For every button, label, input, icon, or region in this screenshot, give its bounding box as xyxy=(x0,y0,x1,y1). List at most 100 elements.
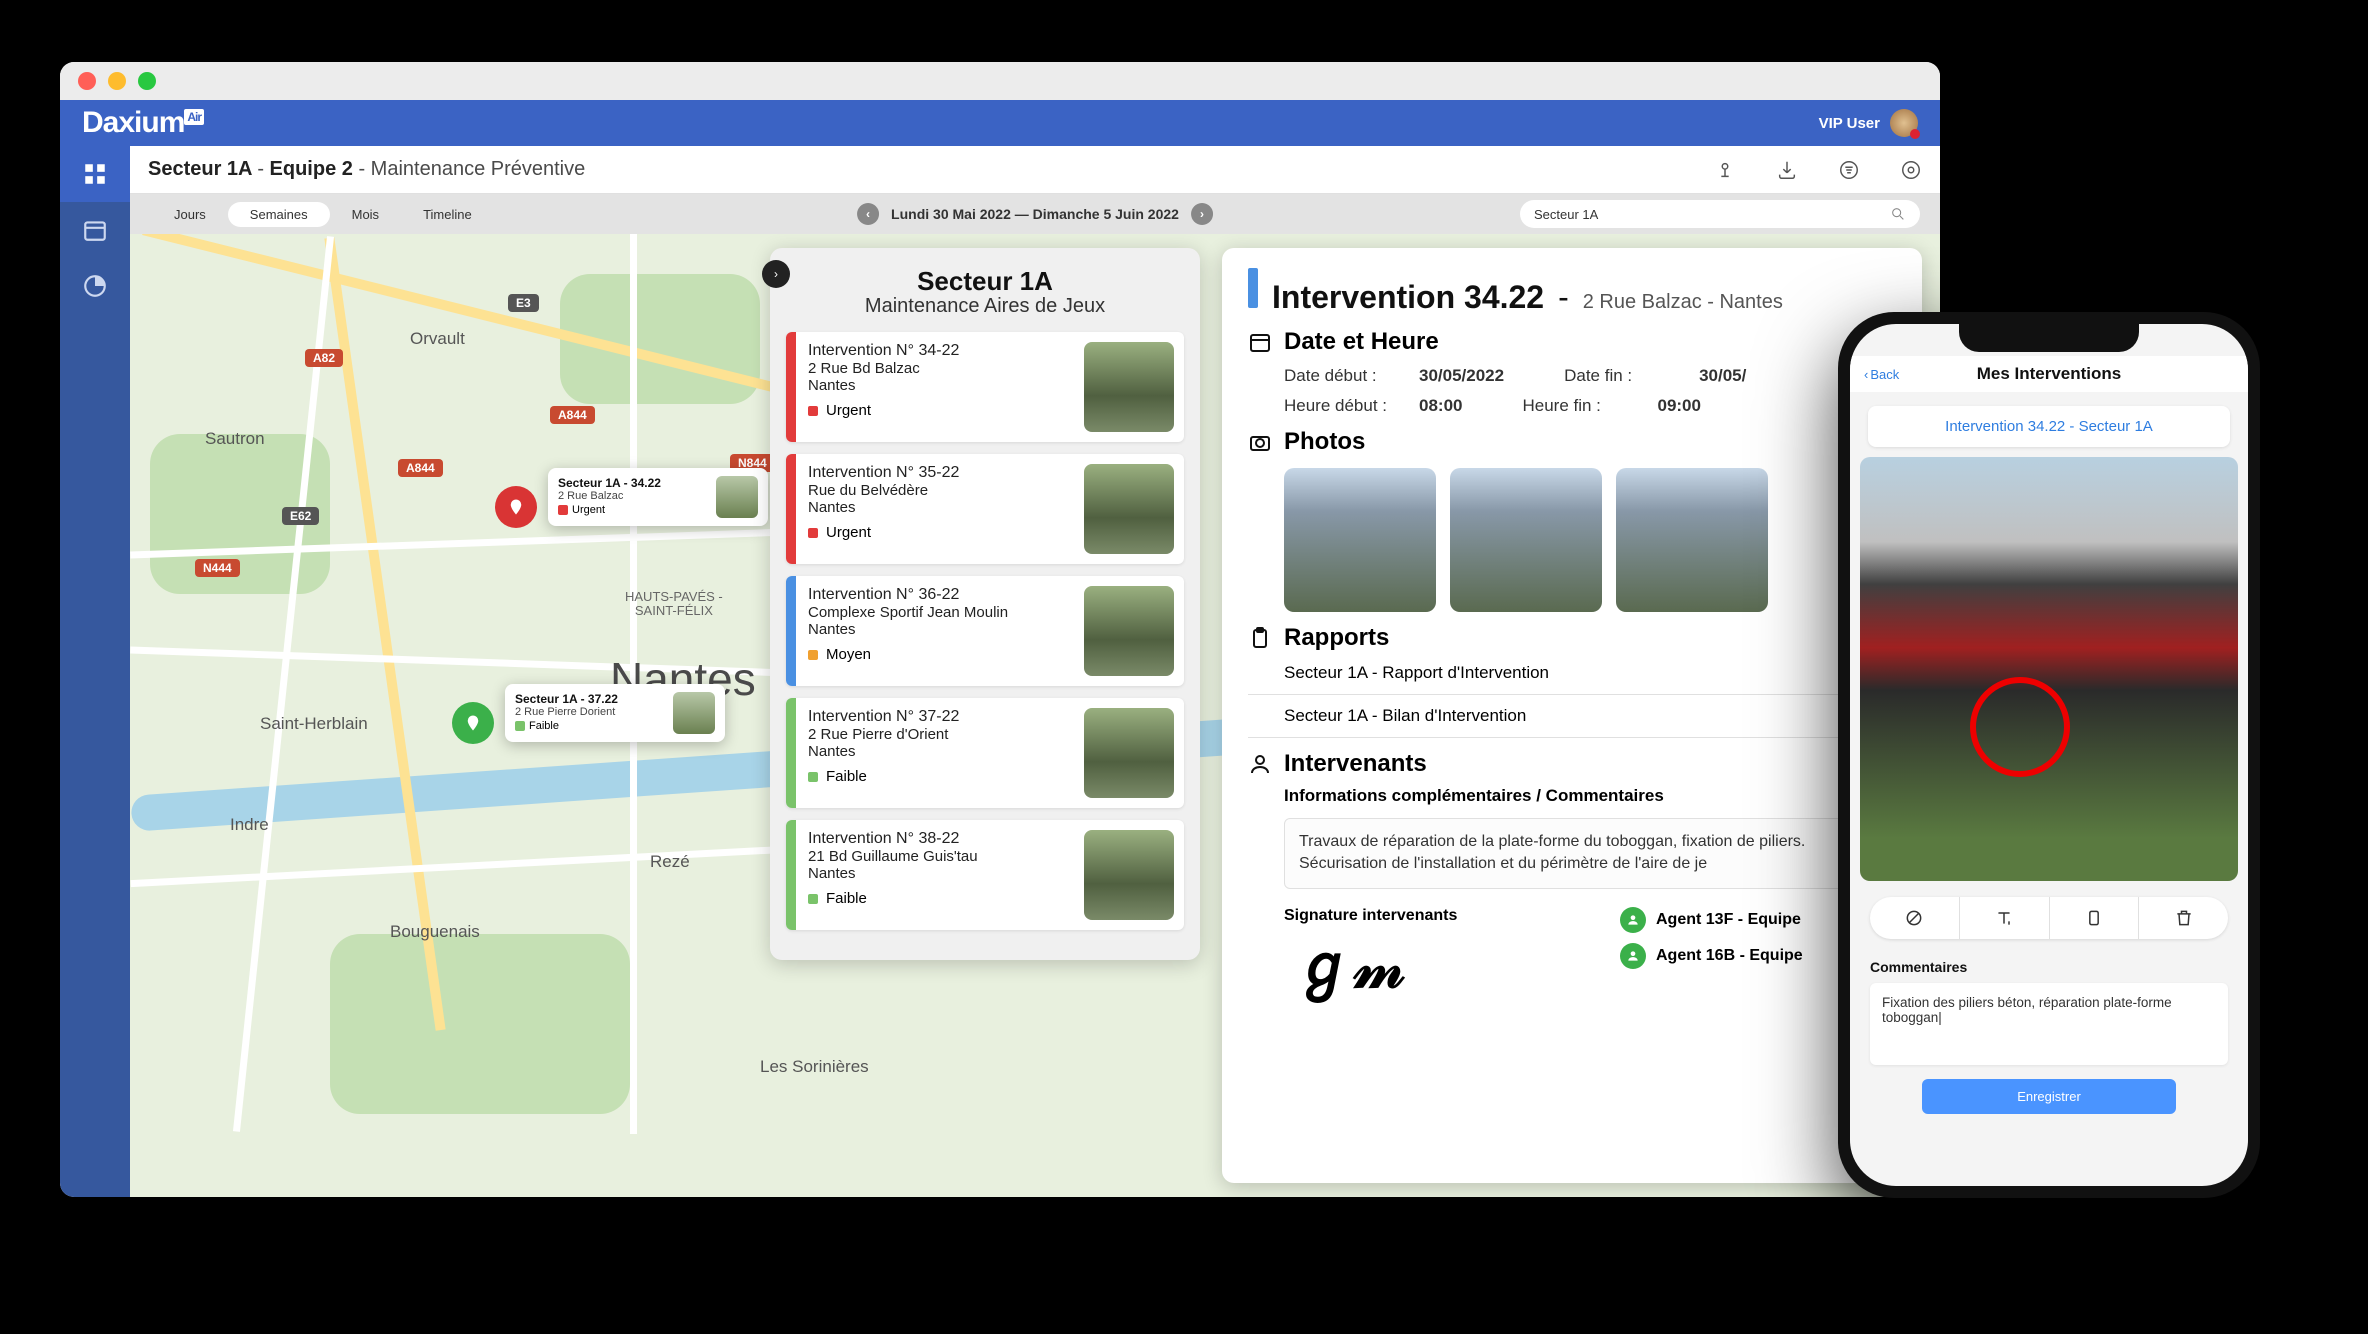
phone-comments-input[interactable]: Fixation des piliers béton, réparation p… xyxy=(1870,983,2228,1065)
map[interactable]: Nantes Orvault Sautron Saint-Herblain In… xyxy=(130,234,1940,1197)
view-tabs: Jours Semaines Mois Timeline xyxy=(130,202,494,227)
tab-weeks[interactable]: Semaines xyxy=(228,202,330,227)
nav-chart-icon[interactable] xyxy=(60,258,130,314)
toolbar-icons xyxy=(1714,159,1922,181)
search-value: Secteur 1A xyxy=(1534,207,1598,222)
date-range-label: Lundi 30 Mai 2022 — Dimanche 5 Juin 2022 xyxy=(891,206,1179,222)
gear-icon[interactable] xyxy=(1900,159,1922,181)
thumbnail-icon xyxy=(1084,830,1174,920)
prev-week-button[interactable]: ‹ xyxy=(857,203,879,225)
label-date-fin: Date fin : xyxy=(1564,366,1679,386)
intervention-card[interactable]: Intervention N° 37-22 2 Rue Pierre d'Ori… xyxy=(786,698,1184,808)
thumbnail-icon xyxy=(673,692,715,734)
photo-thumbnail[interactable] xyxy=(1450,468,1602,612)
pin-icon[interactable] xyxy=(1714,159,1736,181)
detail-address: 2 Rue Balzac - Nantes xyxy=(1583,291,1783,314)
brand-logo: DaxiumAir xyxy=(82,106,204,140)
agent-dot-icon xyxy=(1620,943,1646,969)
tab-days[interactable]: Jours xyxy=(152,202,228,227)
signature-icon: ℊ𝓂 xyxy=(1284,933,1560,1001)
breadcrumb-bar: Secteur 1A - Equipe 2 - Maintenance Prév… xyxy=(130,146,1940,194)
photo-thumbnail[interactable] xyxy=(1616,468,1768,612)
status-dot-icon xyxy=(808,406,818,416)
maximize-icon[interactable] xyxy=(138,72,156,90)
rapport-row[interactable]: Secteur 1A - Bilan d'Intervention xyxy=(1248,695,1896,738)
intervention-card[interactable]: Intervention N° 38-22 21 Bd Guillaume Gu… xyxy=(786,820,1184,930)
status-dot-icon xyxy=(808,528,818,538)
road-shield: E62 xyxy=(282,507,319,525)
nav-calendar-icon[interactable] xyxy=(60,202,130,258)
map-callout[interactable]: Secteur 1A - 37.22 2 Rue Pierre Dorient … xyxy=(505,684,725,742)
intervention-number: Intervention N° 34-22 xyxy=(808,342,1062,360)
map-label-district: HAUTS-PAVÉS - SAINT-FÉLIX xyxy=(625,590,723,619)
agent-dot-icon xyxy=(1620,907,1646,933)
tab-months[interactable]: Mois xyxy=(330,202,401,227)
road-shield: A844 xyxy=(550,406,595,424)
filter-icon[interactable] xyxy=(1838,159,1860,181)
clipboard-icon xyxy=(1248,626,1272,650)
map-label-town: Saint-Herblain xyxy=(260,714,368,734)
sector-panel: › Secteur 1A Maintenance Aires de Jeux I… xyxy=(770,248,1200,960)
value-date-debut: 30/05/2022 xyxy=(1419,366,1504,386)
avatar[interactable] xyxy=(1890,109,1918,137)
priority-bar-icon xyxy=(786,332,796,442)
value-heure-debut: 08:00 xyxy=(1419,396,1462,416)
phone-notch xyxy=(1959,324,2139,352)
brand-name: Daxium xyxy=(82,106,184,139)
intervention-status: Faible xyxy=(826,768,867,785)
priority-bar-icon xyxy=(786,698,796,808)
minimize-icon[interactable] xyxy=(108,72,126,90)
search-input[interactable]: Secteur 1A xyxy=(1520,200,1920,228)
text-tool-icon[interactable] xyxy=(1960,897,2050,939)
photo-thumbnail[interactable] xyxy=(1284,468,1436,612)
section-photos: Photos xyxy=(1284,428,1365,456)
left-nav xyxy=(60,146,130,1197)
collapse-button[interactable]: › xyxy=(762,260,790,288)
map-pin-urgent[interactable] xyxy=(495,486,537,528)
callout-title: Secteur 1A - 37.22 xyxy=(515,692,665,706)
main-area: Secteur 1A - Equipe 2 - Maintenance Prév… xyxy=(130,146,1940,1197)
info-subtitle: Informations complémentaires / Commentai… xyxy=(1248,786,1896,806)
priority-bar-icon xyxy=(786,576,796,686)
intervention-status: Faible xyxy=(826,890,867,907)
note-tool-icon[interactable] xyxy=(2050,897,2140,939)
next-week-button[interactable]: › xyxy=(1191,203,1213,225)
desktop-window: DaxiumAir VIP User Secteur 1A - Equipe 2… xyxy=(60,62,1940,1197)
status-dot-icon xyxy=(808,772,818,782)
map-pin-low[interactable] xyxy=(452,702,494,744)
phone-screen: ‹ Back Mes Interventions Intervention 34… xyxy=(1850,324,2248,1186)
back-button[interactable]: ‹ Back xyxy=(1864,367,1899,382)
intervention-card[interactable]: Intervention N° 35-22 Rue du Belvédère N… xyxy=(786,454,1184,564)
section-rapports: Rapports xyxy=(1284,624,1389,652)
user-menu[interactable]: VIP User xyxy=(1819,109,1918,137)
road-shield: N444 xyxy=(195,559,240,577)
callout-title: Secteur 1A - 34.22 xyxy=(558,476,708,490)
nav-grid-icon[interactable] xyxy=(60,146,130,202)
map-label-town: Orvault xyxy=(410,329,465,349)
delete-tool-icon[interactable] xyxy=(2139,897,2228,939)
status-dot-icon xyxy=(808,650,818,660)
rapport-row[interactable]: Secteur 1A - Rapport d'Intervention xyxy=(1248,652,1896,695)
thumbnail-icon xyxy=(1084,342,1174,432)
tab-timeline[interactable]: Timeline xyxy=(401,202,494,227)
annotation-circle-icon xyxy=(1970,677,2070,777)
intervention-status: Moyen xyxy=(826,646,871,663)
intervention-card[interactable]: Intervention N° 36-22 Complexe Sportif J… xyxy=(786,576,1184,686)
draw-tool-icon[interactable] xyxy=(1870,897,1960,939)
road-shield: A844 xyxy=(398,459,443,477)
label-heure-fin: Heure fin : xyxy=(1522,396,1637,416)
intervention-city: Nantes xyxy=(808,499,1062,516)
calendar-icon xyxy=(1248,330,1272,354)
intervention-chip[interactable]: Intervention 34.22 - Secteur 1A xyxy=(1868,406,2230,447)
map-callout[interactable]: Secteur 1A - 34.22 2 Rue Balzac Urgent xyxy=(548,468,768,526)
phone-photo[interactable] xyxy=(1860,457,2238,881)
download-icon[interactable] xyxy=(1776,159,1798,181)
section-date-heure: Date et Heure xyxy=(1284,328,1439,356)
accent-bar-icon xyxy=(1248,268,1258,308)
save-button[interactable]: Enregistrer xyxy=(1922,1079,2176,1114)
intervention-number: Intervention N° 35-22 xyxy=(808,464,1062,482)
intervention-card[interactable]: Intervention N° 34-22 2 Rue Bd Balzac Na… xyxy=(786,332,1184,442)
photo-toolbar xyxy=(1870,897,2228,939)
back-label: Back xyxy=(1870,367,1899,382)
close-icon[interactable] xyxy=(78,72,96,90)
